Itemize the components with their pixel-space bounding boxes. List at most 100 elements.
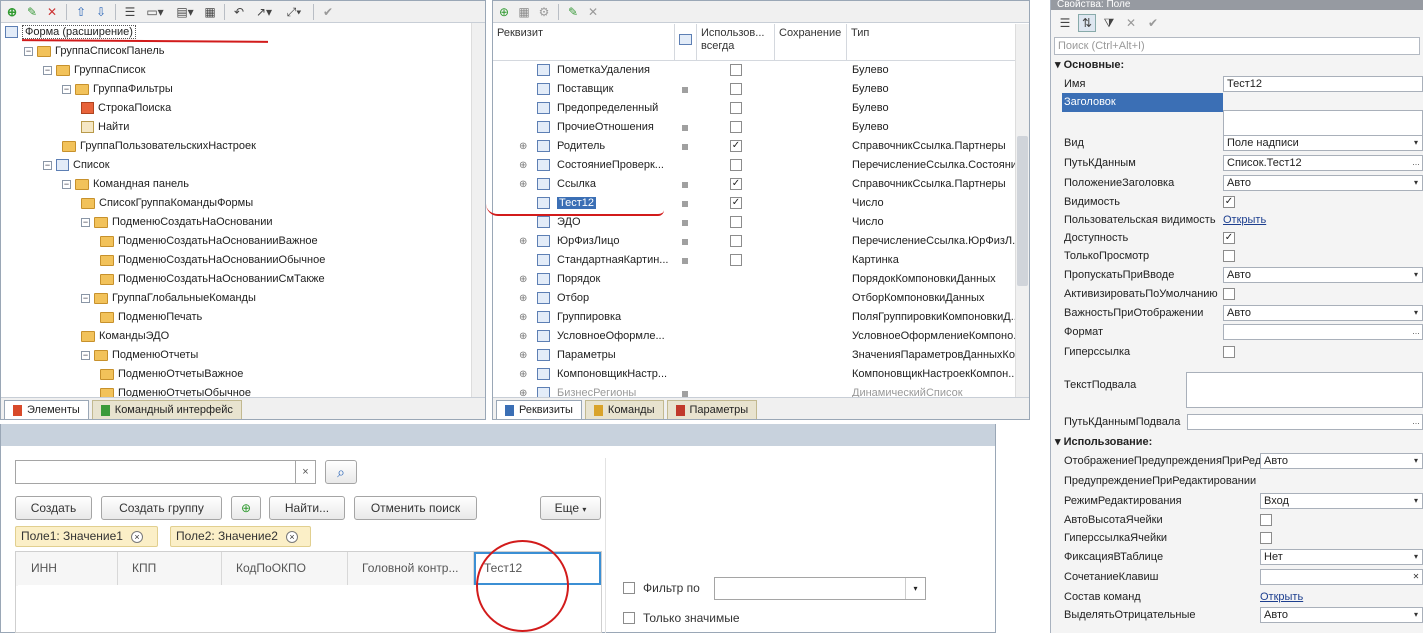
tree-item[interactable]: − Командная панель — [62, 175, 189, 194]
table-row[interactable]: ⊕ Отбор ОтборКомпоновкиДанных — [493, 289, 1015, 308]
expand-icon[interactable]: ⊕ — [519, 308, 527, 327]
column-header-use-always[interactable]: Использов... всегда — [697, 24, 775, 60]
property-row[interactable]: ОтображениеПредупрежденияПриРед Авто ▾ — [1051, 452, 1423, 470]
use-always-checkbox[interactable] — [730, 235, 742, 247]
add-attribute-icon[interactable]: ⊕ — [495, 3, 513, 21]
filter-tag-2[interactable]: Поле2: Значение2 × — [170, 526, 311, 547]
add-column-icon[interactable]: ▦ — [515, 3, 533, 21]
property-value[interactable]: Авто ▾ — [1223, 175, 1423, 191]
column-header-rekvizit[interactable]: Реквизит — [493, 24, 675, 60]
tab-commands[interactable]: Команды — [584, 400, 664, 419]
expand-icon[interactable]: ⊕ — [519, 384, 527, 397]
collapse-toggle-icon[interactable]: − — [81, 350, 90, 360]
use-always-checkbox[interactable] — [730, 64, 742, 76]
table-row[interactable]: ⊕ Параметры ЗначенияПараметровДанныхКо... — [493, 346, 1024, 365]
tab-attributes[interactable]: Реквизиты — [496, 400, 582, 419]
property-checkbox[interactable] — [1223, 346, 1235, 358]
table-row[interactable]: ⊕ СостояниеПроверк... ПеречислениеСсылка.С… — [493, 156, 1026, 175]
tab-command-interface[interactable]: Командный интерфейс — [91, 400, 242, 419]
layout-icon[interactable]: ▤▾ — [171, 3, 199, 21]
property-row[interactable]: Гиперссылка — [1051, 343, 1423, 361]
table-row[interactable]: ⊕ КомпоновщикНастр... КомпоновщикНастроекК… — [493, 365, 1017, 384]
find-button[interactable]: Найти... — [269, 496, 345, 520]
vertical-scrollbar[interactable] — [1015, 24, 1029, 397]
table-row[interactable]: ⊕ Группировка ПоляГруппировкиКомпоновкиД..… — [493, 308, 1020, 327]
collapse-toggle-icon[interactable]: − — [43, 160, 52, 170]
filter-by-checkbox[interactable] — [623, 582, 635, 594]
use-always-checkbox[interactable] — [730, 159, 742, 171]
tree-item[interactable]: − Список — [43, 156, 110, 175]
chevron-down-icon[interactable]: ▾ — [1410, 136, 1422, 150]
chevron-down-icon[interactable]: ▾ — [1410, 306, 1422, 320]
clear-icon[interactable]: ✕ — [1410, 570, 1422, 584]
clear-search-button[interactable]: × — [296, 460, 316, 484]
property-textarea[interactable] — [1186, 372, 1423, 408]
property-checkbox[interactable]: ✓ — [1223, 232, 1235, 244]
property-row[interactable]: ТекстПодвала — [1051, 372, 1423, 408]
collapse-toggle-icon[interactable]: − — [81, 293, 90, 303]
table-row[interactable]: ⊕ Ссылка ✓ СправочникСсылка.Партнеры — [493, 175, 1015, 194]
column-kpp[interactable]: КПП — [118, 552, 222, 585]
collapse-toggle-icon[interactable]: − — [43, 65, 52, 75]
move-up-icon[interactable]: ⇧ — [72, 3, 90, 21]
delete-icon[interactable]: ✕ — [584, 3, 602, 21]
chevron-down-icon[interactable]: ▾ — [1410, 550, 1422, 564]
property-value[interactable]: Поле надписи ▾ — [1223, 135, 1423, 151]
collapse-icon[interactable]: ▾ — [1055, 436, 1064, 448]
search-button[interactable]: ⌕ — [325, 460, 357, 484]
table-row[interactable]: Поставщик Булево — [493, 80, 1015, 99]
property-row[interactable]: ГиперссылкаЯчейки — [1051, 529, 1423, 547]
expand-icon[interactable]: ⊕ — [519, 289, 527, 308]
property-row[interactable]: Пользовательская видимость Открыть — [1051, 211, 1423, 229]
table-row[interactable]: СтандартнаяКартин... Картинка — [493, 251, 1015, 270]
create-button[interactable]: Создать — [15, 496, 92, 520]
edit-icon[interactable]: ✎ — [564, 3, 582, 21]
tab-elements[interactable]: Элементы — [4, 400, 89, 419]
property-link[interactable]: Открыть — [1260, 588, 1303, 606]
property-row[interactable]: РежимРедактирования Вход ▾ — [1051, 492, 1423, 510]
chart-icon[interactable]: ↗▾ — [250, 3, 278, 21]
tree-item[interactable]: − ГруппаСписок — [43, 61, 145, 80]
expand-icon[interactable]: ⊕ — [519, 232, 527, 251]
column-inn[interactable]: ИНН — [17, 552, 118, 585]
close-icon[interactable]: × — [285, 530, 298, 543]
property-value[interactable]: Авто ▾ — [1260, 453, 1423, 469]
property-row[interactable]: ПутьКДанным Список.Тест12… — [1051, 154, 1423, 172]
property-value[interactable]: … — [1187, 414, 1423, 430]
column-head-counterparty[interactable]: Головной контр... — [348, 552, 474, 585]
use-always-checkbox[interactable] — [730, 216, 742, 228]
search-input[interactable] — [15, 460, 296, 484]
property-value[interactable]: Нет ▾ — [1260, 549, 1423, 565]
ellipsis-icon[interactable]: … — [1410, 156, 1422, 170]
table-row[interactable]: ⊕ Родитель ✓ СправочникСсылка.Партнеры — [493, 137, 1015, 156]
fill-icon[interactable]: ▦ — [201, 3, 219, 21]
move-down-icon[interactable]: ⇩ — [92, 3, 110, 21]
filter-tag-1[interactable]: Поле1: Значение1 × — [15, 526, 158, 547]
property-checkbox[interactable] — [1223, 250, 1235, 262]
property-row[interactable]: ВыделятьОтрицательные Авто ▾ — [1051, 606, 1423, 624]
ellipsis-icon[interactable]: … — [1410, 415, 1422, 429]
tree-item[interactable]: Найти — [81, 118, 129, 137]
tree-item[interactable]: − ПодменюСоздатьНаОсновании — [81, 213, 273, 232]
tree-item[interactable]: ПодменюОтчетыОбычное — [100, 384, 251, 397]
property-checkbox[interactable]: ✓ — [1223, 196, 1235, 208]
section-header[interactable]: ▾ Основные: — [1055, 57, 1124, 73]
expand-icon[interactable]: ⊕ — [519, 346, 527, 365]
expand-icon[interactable]: ⊕ — [519, 270, 527, 289]
undo-icon[interactable]: ↶ — [230, 3, 248, 21]
scroll-thumb[interactable] — [1017, 136, 1028, 286]
section-header[interactable]: ▾ Использование: — [1055, 434, 1152, 450]
filter-by-select[interactable]: ▾ — [714, 577, 926, 600]
use-always-checkbox[interactable]: ✓ — [730, 197, 742, 209]
edit-icon[interactable]: ✎ — [23, 3, 41, 21]
resize-icon[interactable]: ⤢▾ — [280, 3, 308, 21]
property-row[interactable]: ФиксацияВТаблице Нет ▾ — [1051, 548, 1423, 566]
property-row[interactable]: ПредупреждениеПриРедактировании — [1051, 472, 1423, 490]
table-row[interactable]: Предопределенный Булево — [493, 99, 1015, 118]
column-header-save[interactable]: Сохранение — [775, 24, 847, 60]
property-row[interactable]: Видимость ✓ — [1051, 193, 1423, 211]
column-header-type[interactable]: Тип — [847, 24, 1017, 60]
properties-icon[interactable]: ☰ — [121, 3, 139, 21]
tree-item[interactable]: ПодменюСоздатьНаОснованииВажное — [100, 232, 318, 251]
tree-item[interactable]: − ГруппаФильтры — [62, 80, 173, 99]
